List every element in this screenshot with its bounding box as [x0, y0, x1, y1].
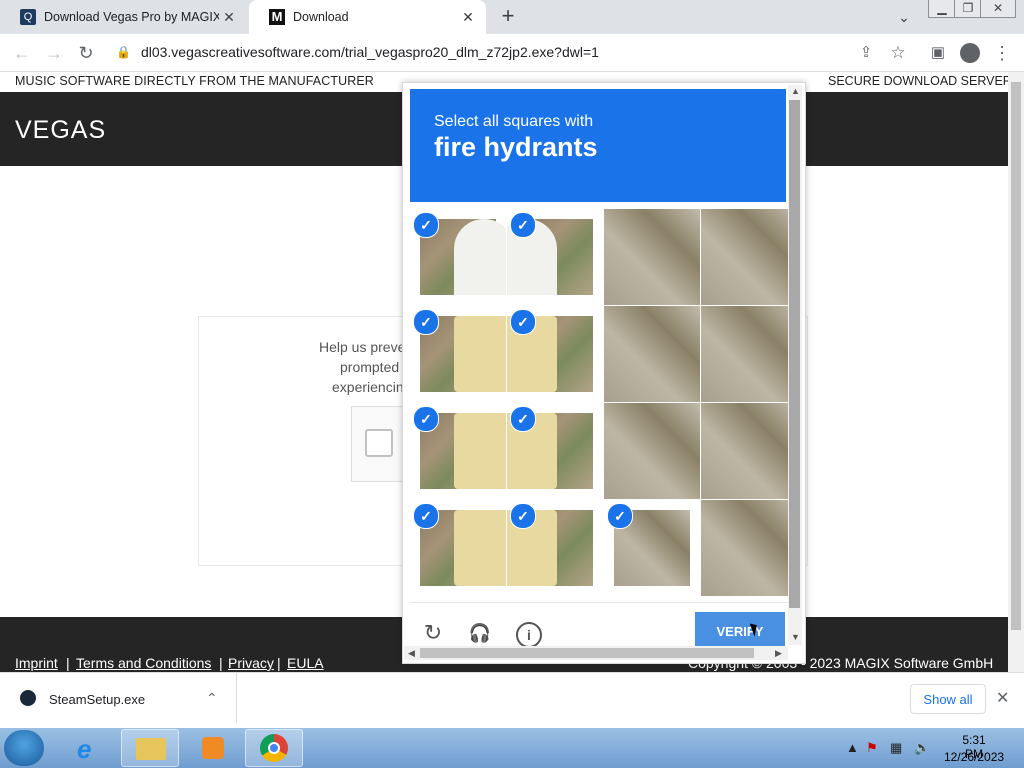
restore-window-button[interactable]: ❐ — [954, 0, 982, 18]
captcha-tile[interactable] — [604, 209, 700, 305]
start-button[interactable] — [4, 730, 44, 766]
footer-separator: | — [277, 655, 281, 671]
network-icon[interactable]: ▦ — [890, 740, 902, 756]
captcha-horizontal-scrollbar-thumb[interactable] — [420, 648, 754, 658]
footer-separator: | — [66, 655, 70, 671]
profile-avatar-icon[interactable] — [958, 41, 982, 65]
captcha-tile[interactable] — [701, 209, 797, 305]
captcha-tile[interactable]: ✓ — [604, 500, 700, 596]
action-center-icon[interactable]: ⚑ — [866, 740, 878, 756]
chrome-taskbar-icon[interactable] — [245, 729, 303, 767]
bookmark-star-icon[interactable]: ☆ — [886, 41, 910, 65]
explorer-taskbar-icon[interactable] — [121, 729, 179, 767]
captcha-prompt-target: fire hydrants — [434, 132, 598, 162]
selected-check-icon: ✓ — [510, 212, 536, 238]
selected-check-icon: ✓ — [510, 309, 536, 335]
captcha-tile[interactable]: ✓ — [507, 403, 603, 499]
address-bar[interactable]: 🔒 dl03.vegascreativesoftware.com/trial_v… — [108, 38, 918, 66]
footer-link-eula[interactable]: EULA — [287, 655, 324, 671]
close-tab-icon[interactable]: ✕ — [458, 9, 478, 26]
captcha-tile[interactable] — [701, 306, 797, 402]
scroll-up-arrow-icon[interactable]: ▲ — [791, 86, 800, 96]
selected-check-icon: ✓ — [510, 406, 536, 432]
selected-check-icon: ✓ — [413, 212, 439, 238]
captcha-tile[interactable]: ✓ — [410, 306, 506, 402]
close-download-shelf-icon[interactable]: ✕ — [996, 688, 1009, 708]
captcha-tile-image — [701, 209, 797, 305]
menu-kebab-icon[interactable]: ⋮ — [990, 41, 1014, 65]
selected-check-icon: ✓ — [413, 503, 439, 529]
hydrant-fragment — [454, 510, 506, 586]
captcha-tile[interactable]: ✓ — [410, 209, 506, 305]
captcha-tile[interactable] — [701, 403, 797, 499]
reload-challenge-icon[interactable]: ↻ — [420, 620, 446, 646]
captcha-tile-image — [604, 403, 700, 499]
footer-link-privacy[interactable]: Privacy — [228, 655, 274, 671]
hydrant-fragment — [454, 219, 506, 295]
secure-server-label: SECURE DOWNLOAD SERVER — [828, 74, 1012, 88]
chevron-up-icon[interactable]: ⌃ — [206, 690, 218, 707]
side-panel-icon[interactable]: ▣ — [926, 41, 950, 65]
reload-icon[interactable]: ↻ — [74, 41, 98, 65]
share-icon[interactable]: ⇪ — [854, 41, 878, 65]
captcha-tile[interactable] — [701, 500, 797, 596]
magix-favicon-icon: M — [269, 9, 285, 25]
scroll-down-arrow-icon[interactable]: ▼ — [791, 632, 800, 642]
steam-file-icon — [20, 690, 36, 706]
selected-check-icon: ✓ — [413, 309, 439, 335]
clock-date[interactable]: 12/26/2023 — [944, 750, 1004, 764]
show-all-downloads-button[interactable]: Show all — [910, 684, 986, 714]
scroll-left-arrow-icon[interactable]: ◀ — [408, 648, 415, 659]
captcha-tile[interactable]: ✓ — [410, 403, 506, 499]
audio-challenge-icon[interactable]: 🎧 — [467, 620, 493, 646]
volume-muted-icon[interactable]: 🔈 — [914, 740, 930, 756]
footer-separator: | — [219, 655, 223, 671]
captcha-tile[interactable]: ✓ — [507, 306, 603, 402]
minimize-window-button[interactable]: ▁ — [928, 0, 956, 18]
captcha-scrollbar-thumb[interactable] — [789, 100, 800, 608]
captcha-tile[interactable]: ✓ — [507, 500, 603, 596]
captcha-tile-image — [701, 500, 797, 596]
captcha-tile[interactable] — [604, 403, 700, 499]
url-text: dl03.vegascreativesoftware.com/trial_veg… — [140, 44, 599, 60]
info-icon[interactable]: i — [516, 620, 542, 648]
tab-search-icon[interactable]: ⌄ — [892, 9, 916, 26]
close-window-button[interactable]: ✕ — [980, 0, 1016, 18]
captcha-checkbox[interactable] — [365, 429, 393, 457]
captcha-tile[interactable]: ✓ — [410, 500, 506, 596]
back-icon[interactable]: ← — [10, 41, 34, 65]
hydrant-fragment — [454, 316, 506, 392]
tab-title: Download Vegas Pro by MAGIX A — [44, 10, 219, 24]
page-scrollbar-thumb[interactable] — [1011, 82, 1021, 630]
show-hidden-icons[interactable]: ▲ — [846, 740, 859, 755]
new-tab-button[interactable]: + — [496, 5, 520, 29]
selected-check-icon: ✓ — [510, 503, 536, 529]
vegas-logo[interactable]: VEGAS — [15, 116, 106, 145]
captcha-footer-divider — [410, 602, 788, 603]
selected-check-icon: ✓ — [413, 406, 439, 432]
selected-check-icon: ✓ — [607, 503, 633, 529]
tab-title: Download — [293, 10, 349, 24]
captcha-tile-image — [604, 209, 700, 305]
vegas-favicon-icon: Q — [20, 9, 36, 25]
forward-icon[interactable]: → — [42, 41, 66, 65]
close-tab-icon[interactable]: ✕ — [219, 9, 239, 26]
captcha-tile-image — [701, 306, 797, 402]
captcha-tile-image — [701, 403, 797, 499]
tagline: MUSIC SOFTWARE DIRECTLY FROM THE MANUFAC… — [15, 74, 374, 88]
captcha-prompt-line1: Select all squares with — [434, 113, 594, 130]
footer-link-terms[interactable]: Terms and Conditions — [76, 655, 211, 671]
tab-download[interactable]: M Download ✕ — [249, 0, 486, 34]
captcha-tile[interactable]: ✓ — [507, 209, 603, 305]
download-file-name: SteamSetup.exe — [49, 692, 146, 707]
scroll-right-arrow-icon[interactable]: ▶ — [775, 648, 782, 659]
captcha-tile[interactable] — [604, 306, 700, 402]
media-player-taskbar-icon[interactable] — [183, 729, 241, 767]
captcha-tile-image — [604, 306, 700, 402]
lock-icon: 🔒 — [116, 45, 131, 59]
hydrant-fragment — [454, 413, 506, 489]
ie-taskbar-icon[interactable]: e — [62, 729, 120, 767]
tab-vegas-download[interactable]: Q Download Vegas Pro by MAGIX A ✕ — [0, 0, 247, 34]
footer-link-imprint[interactable]: Imprint — [15, 655, 58, 671]
